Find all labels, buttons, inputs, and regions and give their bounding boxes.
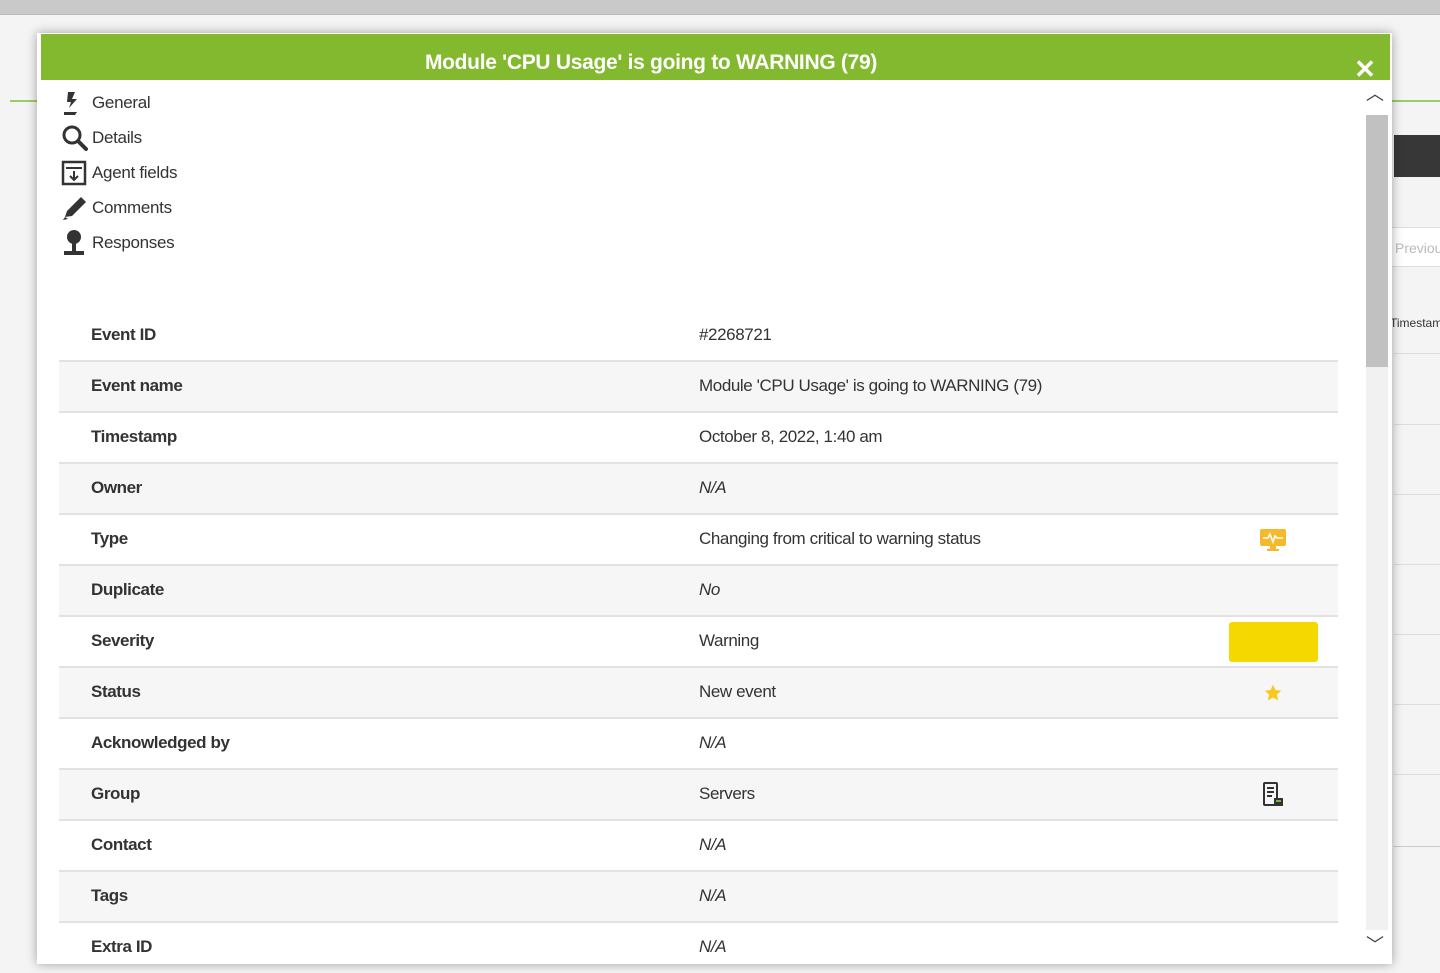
- background-column-header: Timestamp: [1390, 316, 1440, 330]
- agent-fields-icon: [61, 159, 92, 187]
- table-row: Type Changing from critical to warning s…: [59, 515, 1338, 566]
- table-row: Status New event: [59, 668, 1338, 719]
- row-label: Type: [91, 529, 128, 548]
- row-label: Tags: [91, 886, 128, 905]
- row-value: N/A: [699, 835, 727, 854]
- background-row-divider: [1394, 704, 1440, 705]
- background-row-divider: [1394, 634, 1440, 635]
- close-icon[interactable]: ✕: [1354, 56, 1376, 82]
- row-value: October 8, 2022, 1:40 am: [699, 427, 883, 446]
- background-toolbar: [1394, 135, 1440, 177]
- servers-group-icon: [1228, 770, 1318, 819]
- pencil-icon: [61, 194, 92, 222]
- table-row: Contact N/A: [59, 821, 1338, 872]
- tab-agent-fields[interactable]: Agent fields: [61, 155, 178, 190]
- table-row: Timestamp October 8, 2022, 1:40 am: [59, 413, 1338, 464]
- row-label: Group: [91, 784, 140, 803]
- table-row: Extra ID N/A: [59, 923, 1338, 964]
- responses-icon: [61, 229, 92, 257]
- row-label: Extra ID: [91, 937, 153, 956]
- modal-scrollbar[interactable]: ︿ ﹀: [1358, 81, 1392, 964]
- row-label: Event name: [91, 376, 183, 395]
- scrollbar-thumb[interactable]: [1366, 115, 1388, 367]
- modal-titlebar: Module 'CPU Usage' is going to WARNING (…: [41, 34, 1390, 82]
- row-value: N/A: [699, 733, 727, 752]
- tab-details[interactable]: Details: [61, 120, 177, 155]
- row-label: Timestamp: [91, 427, 177, 446]
- table-row: Acknowledged by N/A: [59, 719, 1338, 770]
- table-row: Owner N/A: [59, 464, 1338, 515]
- tab-responses-label: Responses: [92, 232, 175, 252]
- table-row: Event name Module 'CPU Usage' is going t…: [59, 362, 1338, 413]
- row-value: N/A: [699, 478, 727, 497]
- table-row: Severity Warning: [59, 617, 1338, 668]
- row-label: Contact: [91, 835, 152, 854]
- row-label: Event ID: [91, 325, 156, 344]
- background-divider: [0, 14, 1440, 15]
- tab-responses[interactable]: Responses: [61, 225, 177, 260]
- row-label: Status: [91, 682, 141, 701]
- row-label: Acknowledged by: [91, 733, 230, 752]
- general-icon: [61, 89, 92, 117]
- tab-general[interactable]: General: [61, 85, 177, 120]
- row-value: Warning: [699, 631, 759, 650]
- tab-comments[interactable]: Comments: [61, 190, 177, 225]
- tab-agent-fields-label: Agent fields: [92, 162, 178, 182]
- background-row-divider: [1394, 424, 1440, 425]
- row-value: No: [699, 580, 720, 599]
- chevron-down-icon[interactable]: ﹀: [1358, 932, 1392, 958]
- row-label: Owner: [91, 478, 142, 497]
- tab-general-label: General: [92, 92, 151, 112]
- background-row-divider: [1394, 774, 1440, 775]
- modal-content: General Details Agent fields Comments Re…: [37, 81, 1357, 964]
- table-row: Duplicate No: [59, 566, 1338, 617]
- tab-details-label: Details: [92, 127, 142, 147]
- chevron-up-icon[interactable]: ︿: [1358, 81, 1392, 107]
- background-row-divider: [1394, 564, 1440, 565]
- tab-comments-label: Comments: [92, 197, 172, 217]
- row-value: New event: [699, 682, 776, 701]
- background-panel-bottom: [1394, 846, 1440, 847]
- row-value: Servers: [699, 784, 755, 803]
- tab-list: General Details Agent fields Comments Re…: [61, 85, 178, 260]
- row-value: Module 'CPU Usage' is going to WARNING (…: [699, 376, 1042, 395]
- severity-color-swatch: [1228, 617, 1318, 666]
- event-detail-modal: Module 'CPU Usage' is going to WARNING (…: [37, 33, 1392, 964]
- row-value: #2268721: [699, 325, 772, 344]
- table-row: Tags N/A: [59, 872, 1338, 923]
- event-details-table: Event ID #2268721 Event name Module 'CPU…: [59, 311, 1338, 964]
- row-label: Severity: [91, 631, 154, 650]
- row-value: Changing from critical to warning status: [699, 529, 981, 548]
- star-icon: [1228, 668, 1318, 717]
- severity-swatch: [1228, 621, 1318, 662]
- warning-status-icon: [1228, 515, 1318, 564]
- row-label: Duplicate: [91, 580, 164, 599]
- background-row-divider: [1394, 353, 1440, 354]
- table-row: Event ID #2268721: [59, 311, 1338, 362]
- magnifier-icon: [61, 124, 92, 152]
- table-row: Group Servers: [59, 770, 1338, 821]
- row-value: N/A: [699, 886, 727, 905]
- background-row-divider: [1394, 494, 1440, 495]
- row-value: N/A: [699, 937, 727, 956]
